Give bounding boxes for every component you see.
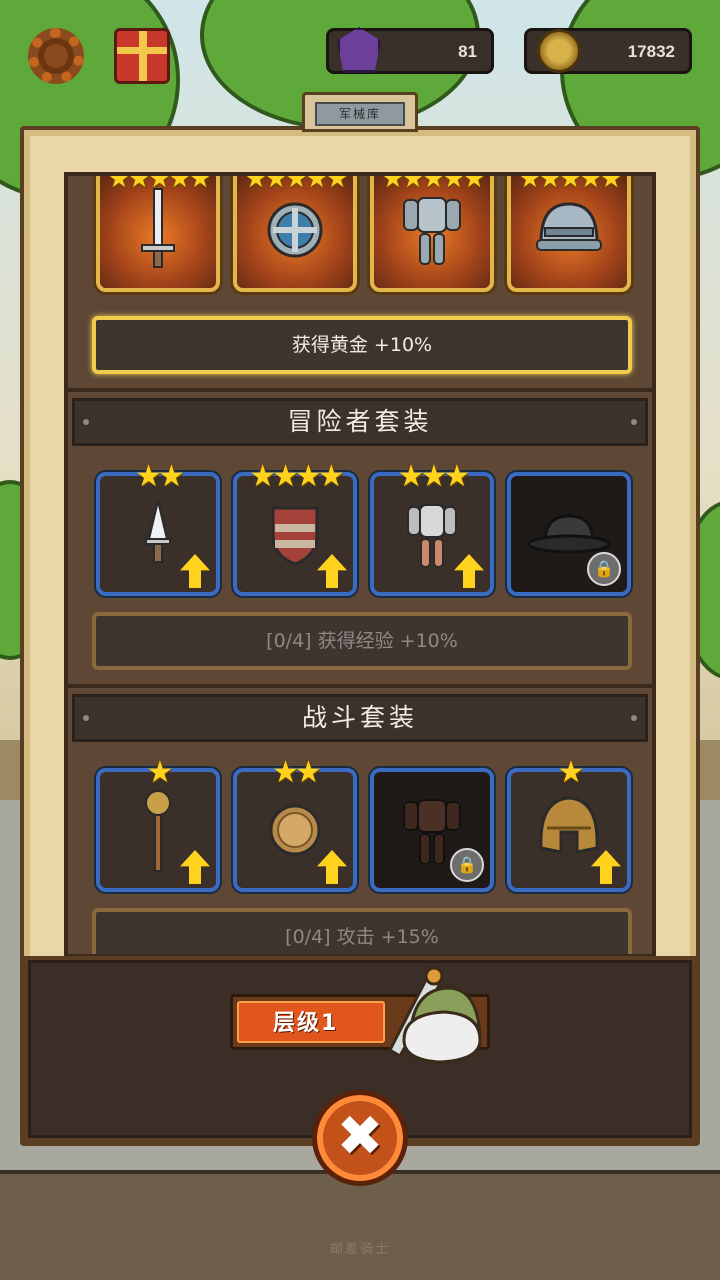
battle-slot-2[interactable]: ★★ [233,758,357,892]
round-shield-icon [267,202,323,258]
top-set-slot-1[interactable]: ★★★★★ [96,176,220,292]
top-set-bonus: 获得黄金 +10% [92,316,632,374]
settings-gear-icon[interactable] [28,28,84,84]
set-header-battle: 战斗套装 [72,694,648,742]
star-rating: ★★ [272,755,322,790]
star-rating: ★ [146,755,174,790]
star-rating: ★★★★★ [518,172,623,194]
gold-counter: 17832 [524,28,692,74]
top-set-slot-3[interactable]: ★★★★★ [370,176,494,292]
gem-icon [337,27,381,73]
upgrade-arrow-icon [317,554,347,588]
upgrade-arrow-icon [180,554,210,588]
footer-label: 邮差骑士 [329,1242,390,1257]
helmet-sword-badge-icon [388,966,482,1064]
dagger-icon [145,500,171,563]
bottom-strip [0,1170,720,1280]
knight-helmet-icon [536,202,602,251]
adventurer-slot-3[interactable]: ★★★ [370,462,494,596]
sword-icon [141,188,175,268]
gold-count: 17832 [627,42,675,61]
panel-title-tab: 军械库 [302,92,418,132]
adventurer-slot-4-locked[interactable]: 🔒 [507,472,631,596]
gem-count: 81 [458,42,477,61]
adventurer-slot-2[interactable]: ★★★★ [233,462,357,596]
close-button[interactable]: ✖ [312,1090,408,1186]
panel-title: 军械库 [315,102,405,126]
lock-icon: 🔒 [587,552,621,586]
coin-icon [537,29,581,73]
buckler-icon [269,804,321,856]
adventurer-slot-1[interactable]: ★★ [96,462,220,596]
close-icon: ✖ [336,1104,384,1169]
battle-slot-4[interactable]: ★ [507,758,631,892]
mace-icon [145,790,171,872]
star-rating: ★ [557,755,585,790]
top-set-slot-2[interactable]: ★★★★★ [233,172,357,292]
level-label: 层级1 [273,1011,339,1036]
divider [68,684,652,688]
armory-scroll-list[interactable]: ★★★★★ ★★★★★ ★★★★★ ★★★★★ 获得黄金 +10% 冒险者套装 … [64,172,656,958]
plate-armor-icon [403,197,461,265]
upgrade-arrow-icon [180,850,210,884]
bronze-helmet-icon [539,796,599,854]
set-header-adventurer: 冒险者套装 [72,398,648,446]
top-set-slot-4[interactable]: ★★★★★ [507,172,631,292]
iron-cap-icon [527,514,611,554]
battle-slot-1[interactable]: ★ [96,758,220,892]
star-rating: ★★ [135,459,185,494]
lock-icon: 🔒 [450,848,484,882]
star-rating: ★★★★ [249,459,345,494]
adventurer-set-bonus: [0/4] 获得经验 +10% [92,612,632,670]
battle-slot-3-locked[interactable]: 🔒 [370,768,494,892]
battle-set-bonus: [0/4] 攻击 +15% [92,908,632,954]
wooden-shield-icon [271,506,319,566]
gem-counter: 81 [326,27,494,74]
gift-icon[interactable] [114,28,170,84]
divider [68,388,652,392]
star-rating: ★★★★★ [244,172,349,194]
chain-armor-icon [407,504,457,568]
star-rating: ★★★ [397,459,471,494]
